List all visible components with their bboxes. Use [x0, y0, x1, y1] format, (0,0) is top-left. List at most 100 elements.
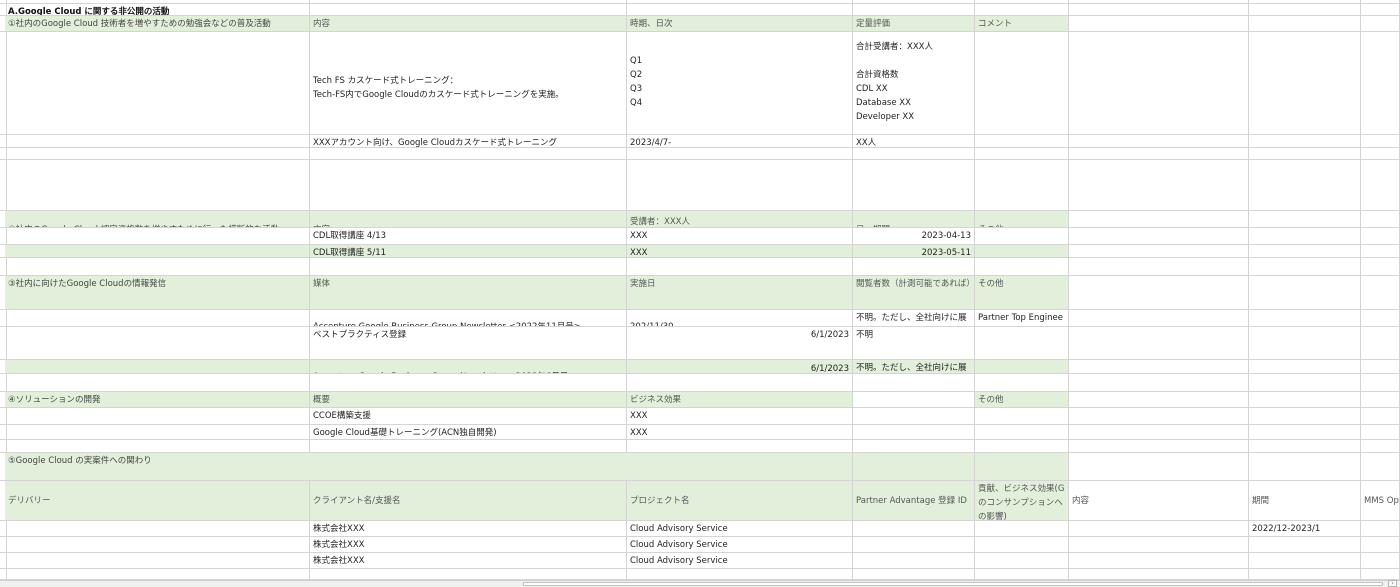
cell[interactable]	[627, 440, 853, 453]
cell[interactable]	[853, 258, 975, 276]
header-contribution[interactable]: 貢献、ビジネス効果(G のコンサンプションへの影響)	[975, 481, 1069, 521]
header-business-effect[interactable]: ビジネス効果	[627, 392, 853, 408]
cell[interactable]	[1249, 135, 1361, 148]
header-client[interactable]: クライアント名/支援名	[310, 481, 627, 521]
cell[interactable]	[853, 392, 975, 408]
cell[interactable]	[310, 440, 627, 453]
sheet-title[interactable]: A.Google Cloud に関する非公開の活動	[5, 4, 853, 16]
cell[interactable]	[975, 4, 1069, 16]
cell[interactable]	[627, 374, 853, 392]
cell[interactable]	[1361, 425, 1400, 440]
cell[interactable]	[1249, 553, 1361, 569]
cell-value[interactable]: XXX	[627, 245, 853, 258]
cell[interactable]	[5, 521, 310, 537]
cell[interactable]	[1249, 537, 1361, 553]
cell[interactable]	[975, 360, 1069, 374]
cell[interactable]	[1361, 148, 1400, 160]
scrollbar-thumb[interactable]	[523, 582, 1383, 586]
cell[interactable]	[1361, 245, 1400, 258]
cell-period[interactable]: 2022/12-2023/1	[1249, 521, 1361, 537]
cell[interactable]	[1069, 408, 1249, 425]
cell[interactable]	[975, 135, 1069, 148]
header-viewers[interactable]: 閲覧者数（計測可能であれば）	[853, 276, 975, 310]
cell[interactable]	[5, 228, 310, 245]
cell-project[interactable]: Cloud Advisory Service	[627, 521, 853, 537]
cell[interactable]	[310, 374, 627, 392]
cell[interactable]	[1249, 211, 1361, 228]
cell[interactable]	[5, 408, 310, 425]
cell-viewers[interactable]: 不明。ただし、全社向けに展開。	[853, 310, 975, 327]
cell[interactable]	[1361, 408, 1400, 425]
cell[interactable]	[1249, 408, 1361, 425]
header-period[interactable]: 時期、日次	[627, 16, 853, 32]
cell-date[interactable]: 202/11/30	[627, 310, 853, 327]
cell[interactable]	[1361, 440, 1400, 453]
cell[interactable]	[975, 228, 1069, 245]
cell-date[interactable]: 6/1/2023	[627, 327, 853, 360]
cell[interactable]	[853, 374, 975, 392]
cell[interactable]	[627, 160, 853, 211]
cell[interactable]	[853, 425, 975, 440]
header-eval[interactable]: 定量評価	[853, 16, 975, 32]
cell[interactable]	[1361, 160, 1400, 211]
cell[interactable]	[975, 327, 1069, 360]
cell[interactable]	[5, 360, 310, 374]
cell-client[interactable]: 株式会社XXX	[310, 521, 627, 537]
cell[interactable]	[1361, 32, 1400, 135]
cell-other[interactable]: Partner Top Engineer 受賞記事を記載。	[975, 310, 1069, 327]
cell-course[interactable]: CDL取得講座 4/13	[310, 228, 627, 245]
header-media[interactable]: 媒体	[310, 276, 627, 310]
cell[interactable]	[1069, 310, 1249, 327]
cell-count[interactable]: XX人	[853, 135, 975, 148]
header-date[interactable]: 実施日	[627, 276, 853, 310]
cell-eval[interactable]: 合計受講者：XXX人 合計資格数 CDL XX Database XX Develope…	[853, 32, 975, 135]
cell[interactable]	[975, 553, 1069, 569]
cell[interactable]	[1361, 374, 1400, 392]
cell[interactable]	[975, 569, 1069, 580]
cell-value[interactable]: XXX	[627, 425, 853, 440]
cell[interactable]	[5, 148, 310, 160]
section-1-title[interactable]: ①社内のGoogle Cloud 技術者を増やすための勉強会などの普及活動	[5, 16, 310, 32]
cell-quarters[interactable]: Q1 Q2 Q3 Q4	[627, 32, 853, 135]
cell-media[interactable]: Accenture Google Business Group Newslett…	[310, 310, 627, 327]
cell[interactable]	[853, 440, 975, 453]
section-3-title[interactable]: ③社内に向けたGoogle Cloudの情報発信	[5, 276, 310, 310]
header-summary[interactable]: 概要	[310, 392, 627, 408]
cell[interactable]	[1069, 135, 1249, 148]
chevron-right-icon[interactable]: ›	[1388, 580, 1397, 587]
cell[interactable]	[975, 440, 1069, 453]
cell[interactable]	[1249, 245, 1361, 258]
cell[interactable]	[1249, 310, 1361, 327]
cell[interactable]	[1361, 453, 1400, 481]
cell[interactable]	[1361, 392, 1400, 408]
cell[interactable]	[1069, 4, 1249, 16]
cell[interactable]	[1361, 521, 1400, 537]
cell[interactable]	[1249, 16, 1361, 32]
cell[interactable]	[1069, 553, 1249, 569]
cell[interactable]	[1069, 148, 1249, 160]
cell[interactable]	[1069, 521, 1249, 537]
cell[interactable]	[1069, 211, 1249, 228]
cell[interactable]	[1361, 310, 1400, 327]
cell[interactable]	[975, 408, 1069, 425]
header-content[interactable]: 内容	[310, 211, 627, 228]
cell[interactable]	[1249, 453, 1361, 481]
cell[interactable]	[627, 258, 853, 276]
cell[interactable]	[5, 258, 310, 276]
cell-project[interactable]: Cloud Advisory Service	[627, 553, 853, 569]
cell[interactable]	[975, 453, 1069, 481]
cell-date[interactable]: 2023-04-13	[853, 228, 975, 245]
header-comment[interactable]: コメント	[975, 16, 1069, 32]
cell[interactable]	[1249, 440, 1361, 453]
section-5-title[interactable]: ⑤Google Cloud の実案件への関わり	[5, 453, 853, 481]
cell[interactable]	[1361, 327, 1400, 360]
cell[interactable]	[975, 258, 1069, 276]
cell[interactable]	[853, 408, 975, 425]
cell[interactable]	[1249, 258, 1361, 276]
cell[interactable]	[1069, 160, 1249, 211]
cell[interactable]	[5, 537, 310, 553]
section-4-title[interactable]: ④ソリューションの開発	[5, 392, 310, 408]
header-other[interactable]: その他	[975, 392, 1069, 408]
cell[interactable]	[1069, 569, 1249, 580]
cell-training[interactable]: Tech FS カスケード式トレーニング： Tech-FS内でGoogle Clo…	[310, 32, 627, 135]
